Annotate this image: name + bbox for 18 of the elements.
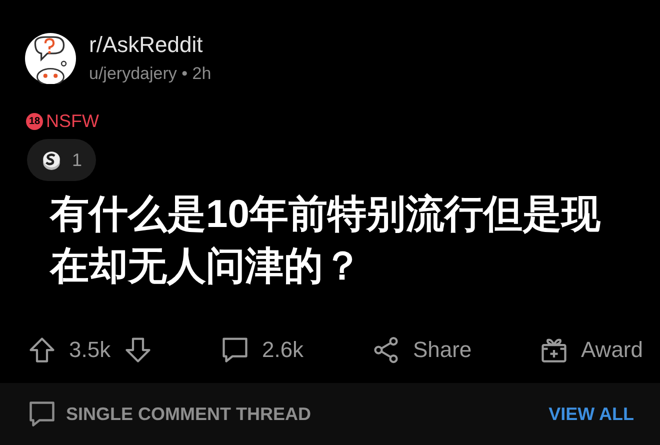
avatar-icon[interactable] bbox=[25, 32, 76, 84]
age-badge: 18 bbox=[26, 112, 43, 130]
share-label[interactable]: Share bbox=[412, 337, 472, 363]
comment-icon bbox=[27, 399, 57, 429]
award-pill[interactable]: 1 bbox=[27, 139, 96, 181]
upvote-icon[interactable] bbox=[27, 335, 57, 365]
downvote-icon[interactable] bbox=[122, 335, 153, 365]
post-byline: u/jerydajery • 2h bbox=[89, 64, 212, 84]
award-label[interactable]: Award bbox=[581, 337, 643, 363]
coin-icon bbox=[41, 150, 62, 170]
comment-count: 2.6k bbox=[262, 337, 304, 363]
vote-count: 3.5k bbox=[69, 337, 111, 363]
post-title: 有什么是10年前特别流行但是现在却无人问津的？ bbox=[48, 192, 602, 290]
view-all-link[interactable]: VIEW ALL bbox=[548, 404, 634, 424]
nsfw-label: NSFW bbox=[46, 110, 99, 132]
thread-label: SINGLE COMMENT THREAD bbox=[66, 404, 311, 424]
comment-icon[interactable] bbox=[220, 335, 250, 365]
subreddit-name[interactable]: r/AskReddit bbox=[89, 32, 212, 58]
